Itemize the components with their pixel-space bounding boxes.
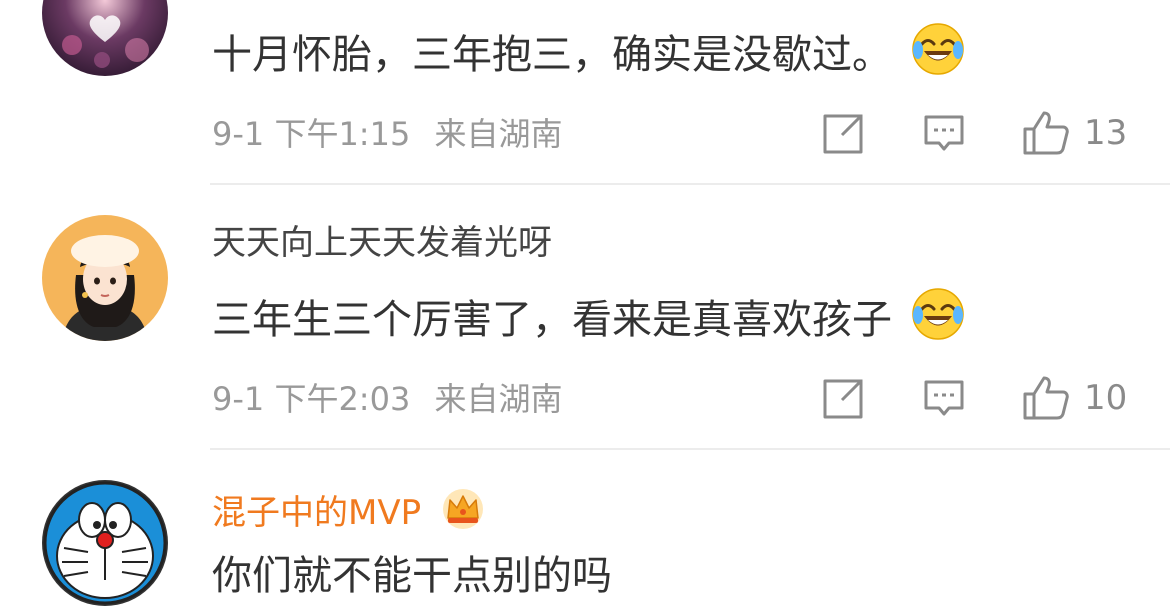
comment-meta: 9-1 下午1:15 来自湖南 xyxy=(212,114,577,154)
avatar[interactable] xyxy=(42,480,168,606)
username[interactable]: 天天向上天天发着光呀 xyxy=(212,221,552,265)
username[interactable]: 混子中的MVP xyxy=(212,486,486,535)
laughing-tears-emoji-icon xyxy=(911,287,965,341)
username-text: 混子中的MVP xyxy=(212,493,422,533)
comment-time: 9-1 下午2:03 xyxy=(212,380,411,418)
share-icon xyxy=(823,114,863,154)
comment-location: 来自湖南 xyxy=(434,380,563,418)
laughing-tears-emoji-icon xyxy=(911,22,965,76)
share-icon xyxy=(823,379,863,419)
comment-icon xyxy=(924,115,964,151)
comment-item: 十月怀胎，三年抱三，确实是没歇过。 9-1 下午1:15 来自湖南 13 xyxy=(0,0,1170,185)
comment-text: 十月怀胎，三年抱三，确实是没歇过。 xyxy=(212,22,965,81)
crown-icon xyxy=(440,486,486,532)
comment-text-body: 十月怀胎，三年抱三，确实是没歇过。 xyxy=(212,32,892,78)
comment-item: 混子中的MVP 你们就不能干点别的吗 xyxy=(0,450,1170,606)
avatar[interactable] xyxy=(42,215,168,341)
comment-text-body: 三年生三个厉害了，看来是真喜欢孩子 xyxy=(212,297,892,343)
comment-icon xyxy=(924,380,964,416)
reply-button[interactable] xyxy=(923,379,965,419)
like-count: 10 xyxy=(1084,378,1128,418)
share-button[interactable] xyxy=(822,113,864,155)
comment-time: 9-1 下午1:15 xyxy=(212,115,411,153)
reply-button[interactable] xyxy=(923,114,965,154)
comment-text: 你们就不能干点别的吗 xyxy=(212,550,612,602)
comment-location: 来自湖南 xyxy=(434,115,563,153)
avatar[interactable] xyxy=(42,0,168,76)
comment-text: 三年生三个厉害了，看来是真喜欢孩子 xyxy=(212,287,965,346)
thumbs-up-icon xyxy=(1023,111,1069,155)
comment-meta: 9-1 下午2:03 来自湖南 xyxy=(212,379,577,419)
like-count: 13 xyxy=(1084,113,1128,153)
comment-item: 天天向上天天发着光呀 三年生三个厉害了，看来是真喜欢孩子 9-1 下午2:03 … xyxy=(0,185,1170,450)
comment-text-body: 你们就不能干点别的吗 xyxy=(212,553,612,599)
thumbs-up-icon xyxy=(1023,376,1069,420)
share-button[interactable] xyxy=(822,378,864,420)
like-button[interactable]: 13 xyxy=(1022,110,1127,156)
like-button[interactable]: 10 xyxy=(1022,375,1127,421)
